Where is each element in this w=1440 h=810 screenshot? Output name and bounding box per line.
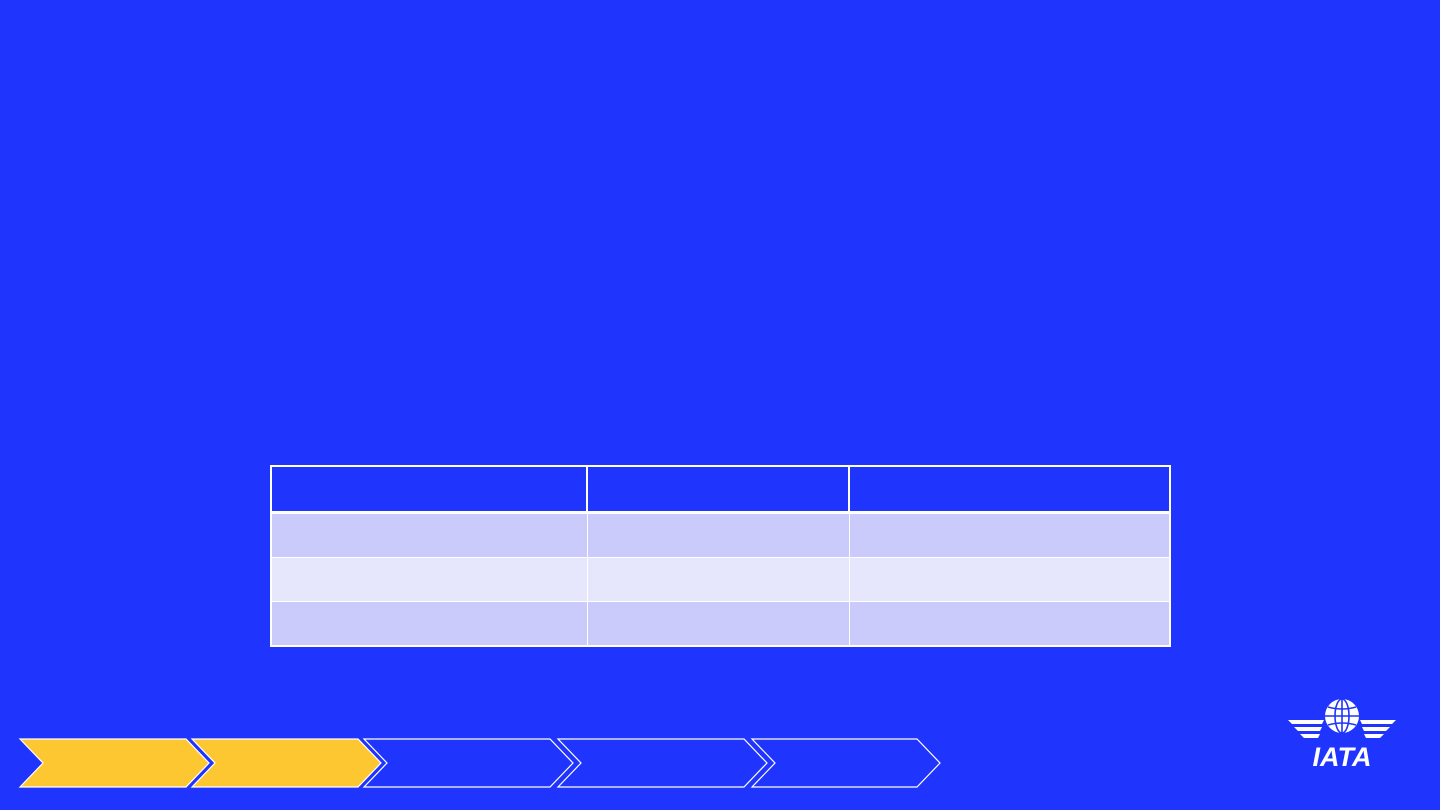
- table-cell: [270, 512, 588, 558]
- table-cell: [848, 557, 1171, 602]
- globe-wings-icon: [1288, 698, 1396, 738]
- table-cell: [586, 557, 850, 602]
- progress-step-2: [190, 738, 382, 788]
- table-header-cell: [586, 465, 850, 514]
- table-cell: [848, 601, 1171, 647]
- logo-wordmark: IATA: [1313, 742, 1372, 772]
- progress-step-3: [362, 738, 574, 788]
- table-cell: [586, 512, 850, 558]
- slide-canvas: IATA: [0, 0, 1440, 810]
- progress-step-4: [556, 738, 768, 788]
- progress-step-5: [750, 738, 941, 788]
- progress-step-1: [18, 738, 210, 788]
- table-row: [270, 601, 1171, 647]
- table-row: [270, 512, 1171, 558]
- table-cell: [586, 601, 850, 647]
- table-row: [270, 557, 1171, 602]
- data-table: [270, 465, 1171, 647]
- table-cell: [270, 557, 588, 602]
- table-cell: [848, 512, 1171, 558]
- table-header-cell: [270, 465, 588, 514]
- table-header-row: [270, 465, 1171, 514]
- table-cell: [270, 601, 588, 647]
- progress-chevrons: [18, 738, 941, 788]
- table-header-cell: [848, 465, 1171, 514]
- iata-logo: IATA: [1288, 698, 1396, 772]
